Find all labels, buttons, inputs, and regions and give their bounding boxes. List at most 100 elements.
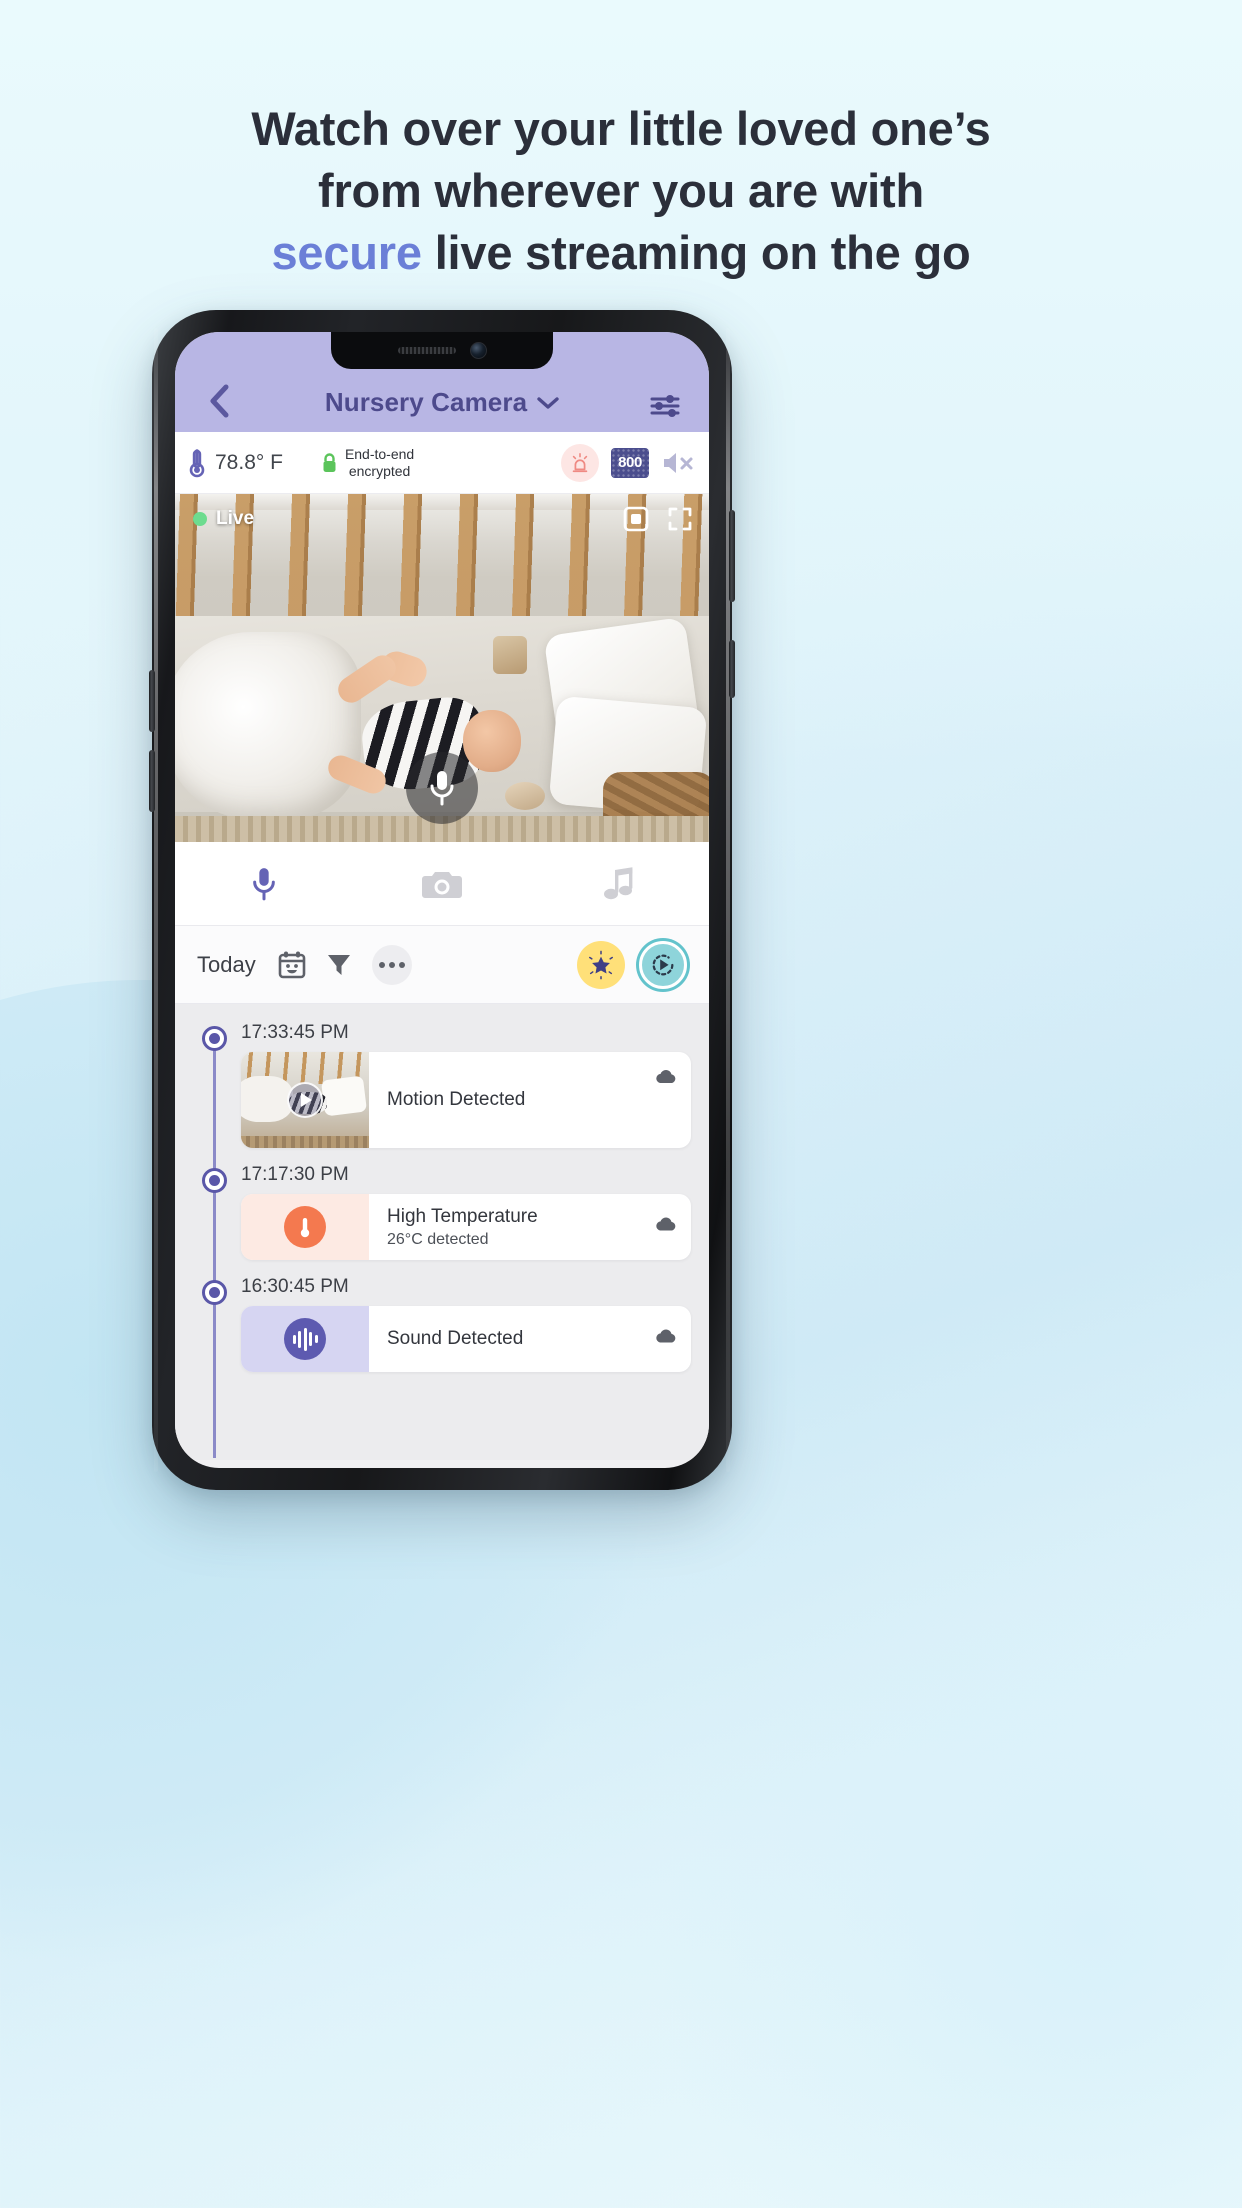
fullscreen-icon bbox=[668, 507, 692, 531]
action-bar bbox=[175, 842, 709, 926]
microphone-icon bbox=[430, 771, 454, 806]
view-toggles bbox=[577, 940, 687, 989]
more-dot bbox=[398, 961, 405, 968]
wave-bar bbox=[303, 1327, 307, 1351]
temperature-alert-icon bbox=[284, 1206, 326, 1248]
speaker-mute-icon bbox=[664, 452, 693, 473]
event-time: 17:33:45 PM bbox=[241, 1022, 349, 1043]
play-icon[interactable] bbox=[287, 1082, 323, 1118]
event-thumbnail[interactable] bbox=[241, 1052, 369, 1148]
temperature-value: 78.8° F bbox=[215, 450, 283, 474]
encryption-indicator: End-to-end encrypted bbox=[321, 446, 414, 480]
camera-icon bbox=[422, 871, 462, 898]
phone-screen: Nursery Camera 78.8° F End-to-end encryp… bbox=[175, 332, 709, 1468]
star-icon bbox=[589, 950, 613, 979]
event-timeline[interactable]: 17:33:45 PM Motion Detected 17:17:30 PM … bbox=[175, 1004, 709, 1460]
event-details: High Temperature 26°C detected bbox=[369, 1194, 691, 1260]
calendar-button[interactable] bbox=[278, 950, 306, 980]
more-options-button[interactable] bbox=[371, 944, 412, 985]
promo-headline: Watch over your little loved one’s from … bbox=[0, 98, 1242, 284]
timeline-marker bbox=[202, 1168, 227, 1193]
lock-icon bbox=[323, 452, 336, 472]
side-button[interactable] bbox=[729, 640, 735, 698]
event-title: High Temperature bbox=[387, 1205, 538, 1227]
thumb-blanket bbox=[241, 1076, 293, 1122]
music-note-icon bbox=[604, 866, 633, 899]
encryption-line-1: End-to-end bbox=[344, 445, 415, 462]
thermometer-icon bbox=[189, 448, 205, 477]
status-actions: 800 bbox=[561, 443, 695, 482]
event-card[interactable]: High Temperature 26°C detected bbox=[241, 1194, 691, 1260]
video-controls bbox=[623, 506, 693, 537]
action-talk[interactable] bbox=[175, 864, 353, 904]
event-card[interactable]: Sound Detected bbox=[241, 1306, 691, 1372]
headline-line-3: secure live streaming on the go bbox=[0, 222, 1242, 284]
chevron-down-icon bbox=[537, 396, 559, 409]
volume-up-button[interactable] bbox=[149, 670, 155, 732]
mute-button[interactable] bbox=[661, 450, 695, 476]
filter-button[interactable] bbox=[326, 952, 352, 978]
timeline-event: 16:30:45 PM Sound Detected bbox=[175, 1276, 709, 1372]
event-time: 16:30:45 PM bbox=[241, 1276, 349, 1297]
thermometer-icon bbox=[300, 1218, 310, 1238]
timeline-event: 17:33:45 PM Motion Detected bbox=[175, 1022, 709, 1148]
headline-line-3-rest: live streaming on the go bbox=[421, 226, 971, 279]
volume-down-button[interactable] bbox=[149, 750, 155, 812]
power-button[interactable] bbox=[729, 510, 735, 602]
siren-icon bbox=[572, 452, 588, 472]
wave-bar bbox=[314, 1335, 318, 1343]
picture-in-picture-button[interactable] bbox=[623, 506, 649, 537]
action-snapshot[interactable] bbox=[353, 867, 531, 901]
cloud-saved-indicator bbox=[655, 1070, 677, 1089]
settings-button[interactable] bbox=[643, 394, 687, 418]
live-status-dot bbox=[193, 512, 207, 526]
encryption-line-2: encrypted bbox=[348, 462, 411, 479]
front-camera-icon bbox=[469, 342, 487, 359]
cloud-icon bbox=[656, 1070, 676, 1083]
talk-button[interactable] bbox=[406, 752, 478, 824]
event-title: Motion Detected bbox=[387, 1089, 526, 1110]
today-label[interactable]: Today bbox=[197, 952, 256, 978]
wave-bar bbox=[298, 1330, 301, 1348]
cloud-icon bbox=[656, 1329, 676, 1343]
live-video-feed[interactable]: Live bbox=[175, 494, 709, 842]
video-quality-badge[interactable]: 800 bbox=[611, 447, 649, 478]
back-button[interactable] bbox=[197, 384, 241, 418]
headline-line-2: from wherever you are with bbox=[318, 164, 924, 217]
background-blob-right bbox=[642, 1480, 1242, 2208]
wave-bar bbox=[292, 1334, 296, 1344]
action-lullaby[interactable] bbox=[531, 866, 709, 902]
event-thumbnail bbox=[241, 1306, 369, 1372]
phone-notch bbox=[331, 332, 553, 369]
phone-edge-highlight-right bbox=[726, 328, 730, 1472]
alarm-button[interactable] bbox=[561, 443, 599, 482]
quality-label: 800 bbox=[618, 454, 642, 471]
chevron-left-icon bbox=[210, 384, 229, 418]
replay-button[interactable] bbox=[639, 940, 687, 989]
highlights-button[interactable] bbox=[577, 940, 625, 989]
headline-accent-word: secure bbox=[271, 226, 422, 279]
cloud-saved-indicator bbox=[655, 1217, 677, 1237]
cloud-icon bbox=[656, 1217, 676, 1231]
phone-mockup: Nursery Camera 78.8° F End-to-end encryp… bbox=[149, 310, 735, 1490]
temperature-readout: 78.8° F bbox=[189, 448, 283, 478]
filter-bar: Today bbox=[175, 926, 709, 1004]
wave-bar bbox=[309, 1332, 312, 1346]
thumb-floor bbox=[241, 1136, 369, 1148]
funnel-icon bbox=[327, 954, 350, 975]
headline-line-1: Watch over your little loved one’s bbox=[251, 102, 991, 155]
event-subtitle: 26°C detected bbox=[387, 1230, 489, 1248]
more-dot bbox=[388, 961, 395, 968]
cloud-saved-indicator bbox=[655, 1329, 677, 1349]
fullscreen-button[interactable] bbox=[667, 506, 693, 537]
more-dot bbox=[378, 961, 385, 968]
sound-alert-icon bbox=[284, 1318, 326, 1360]
baby-head bbox=[463, 710, 521, 772]
timeline-marker bbox=[202, 1026, 227, 1051]
event-title: Sound Detected bbox=[387, 1328, 524, 1349]
toy-block bbox=[493, 636, 527, 674]
sliders-icon bbox=[650, 395, 680, 417]
camera-selector[interactable]: Nursery Camera bbox=[241, 387, 643, 418]
event-card[interactable]: Motion Detected bbox=[241, 1052, 691, 1148]
microphone-icon bbox=[253, 867, 275, 900]
